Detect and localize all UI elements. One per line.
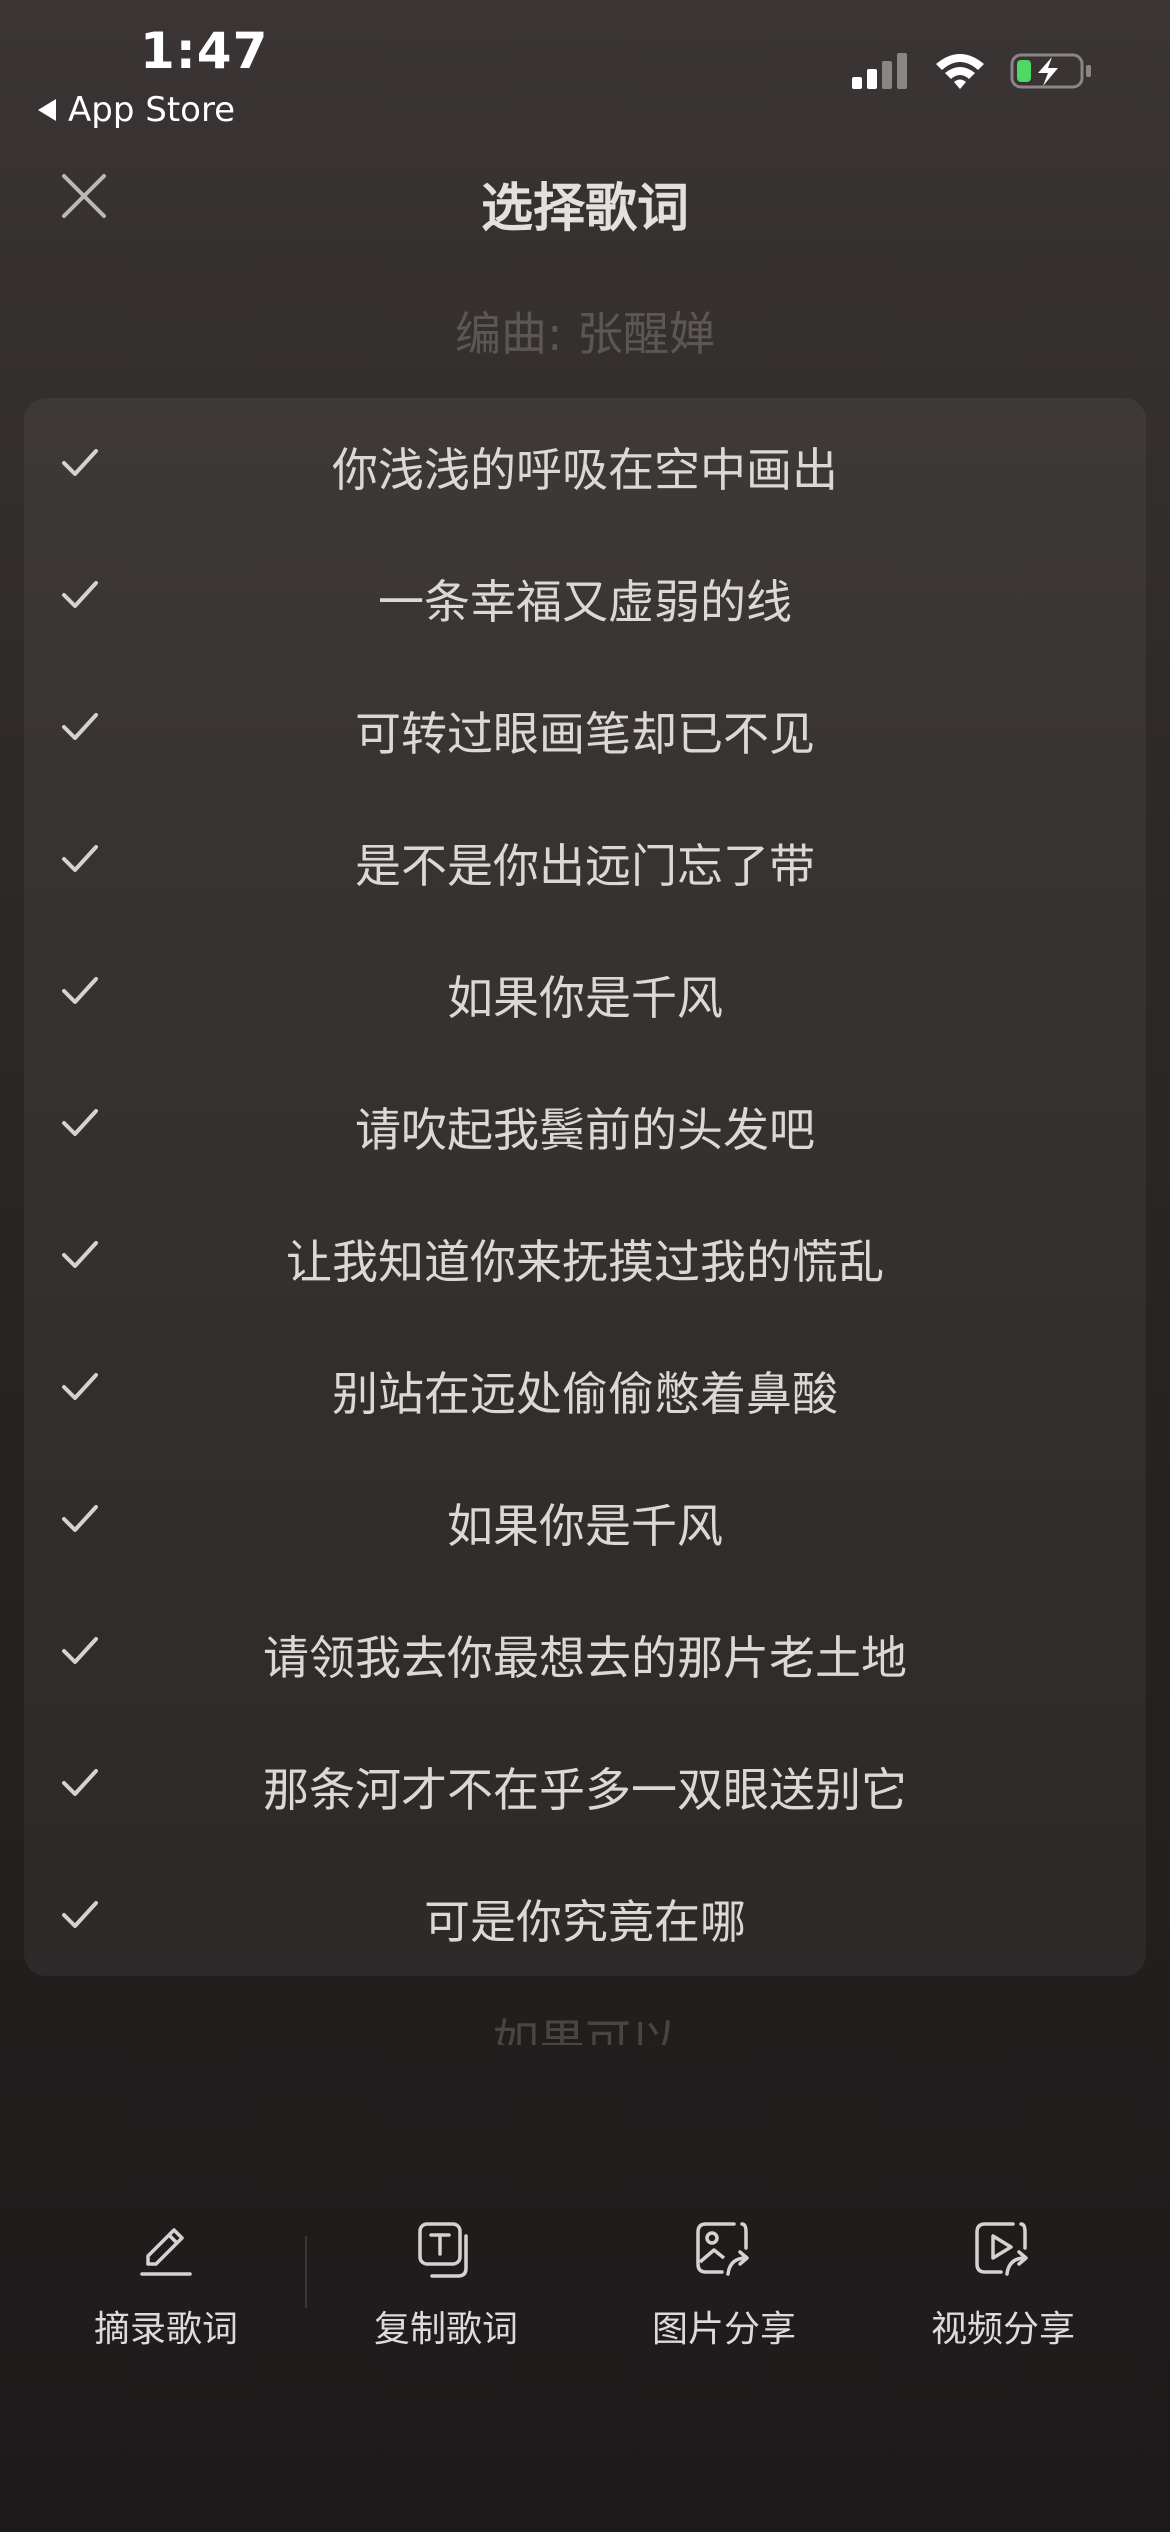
- lyric-text: 可转过眼画笔却已不见: [355, 707, 815, 761]
- header: 选择歌词: [0, 150, 1170, 250]
- lyric-text: 如果你是千风: [447, 971, 723, 1025]
- cellular-signal-icon: [852, 53, 907, 89]
- lyric-text: 让我知道你来抚摸过我的慌乱: [286, 1235, 884, 1289]
- lyric-row[interactable]: 一条幸福又虚弱的线: [24, 530, 1146, 662]
- back-to-app-store[interactable]: App Store: [38, 90, 235, 130]
- lyric-text: 你浅浅的呼吸在空中画出: [332, 443, 838, 497]
- lyric-text: 可是你究竟在哪: [424, 1895, 746, 1949]
- lyric-row[interactable]: 别站在远处偷偷憋着鼻酸: [24, 1322, 1146, 1454]
- lyric-text: 请吹起我鬓前的头发吧: [355, 1103, 815, 1157]
- image-share-label: 图片分享: [651, 2309, 796, 2350]
- lyric-text: 那条河才不在乎多一双眼送别它: [263, 1763, 907, 1817]
- status-indicators: [852, 52, 1092, 90]
- lyric-text: 是不是你出远门忘了带: [355, 839, 815, 893]
- lyric-row[interactable]: 你浅浅的呼吸在空中画出: [24, 398, 1146, 530]
- lyric-row[interactable]: 请吹起我鬓前的头发吧: [24, 1058, 1146, 1190]
- lyric-row[interactable]: 是不是你出远门忘了带: [24, 794, 1146, 926]
- status-time: 1:47: [140, 22, 269, 80]
- battery-charging-icon: [1010, 53, 1091, 89]
- video-share-icon: [975, 2222, 1028, 2276]
- lyric-text: 如果你是千风: [447, 1499, 723, 1553]
- lyric-row[interactable]: 可转过眼画笔却已不见: [24, 662, 1146, 794]
- back-arrow-icon: [38, 99, 56, 121]
- image-share-button[interactable]: 图片分享: [614, 2218, 834, 2352]
- pencil-icon: [140, 2228, 192, 2276]
- lyric-text: 一条幸福又虚弱的线: [378, 575, 792, 629]
- toolbar-divider: [305, 2236, 307, 2308]
- faded-lyric-below: 如果可以: [493, 2014, 677, 2045]
- copy-lyrics-label: 复制歌词: [373, 2309, 518, 2350]
- lyric-text: 请领我去你最想去的那片老土地: [263, 1631, 907, 1685]
- page-title: 选择歌词: [480, 179, 689, 239]
- back-app-label: App Store: [68, 90, 236, 130]
- lyric-row[interactable]: 那条河才不在乎多一双眼送别它: [24, 1718, 1146, 1850]
- lyric-row[interactable]: 让我知道你来抚摸过我的慌乱: [24, 1190, 1146, 1322]
- excerpt-lyrics-button[interactable]: 摘录歌词: [56, 2218, 276, 2352]
- status-bar: 1:47 App Store: [0, 0, 1170, 140]
- lyrics-selection-list: 你浅浅的呼吸在空中画出 一条幸福又虚弱的线 可转过眼画笔却已不见 是不是你出远门…: [24, 398, 1146, 1976]
- bottom-toolbar: 摘录歌词 复制歌词 图片分享 视频分享: [0, 2190, 1170, 2350]
- lyric-row[interactable]: 如果你是千风: [24, 1454, 1146, 1586]
- video-share-button[interactable]: 视频分享: [893, 2218, 1113, 2352]
- copy-text-icon: [418, 2222, 468, 2278]
- wifi-icon: [936, 54, 984, 89]
- faded-lyric-above: 编曲: 张醒婵: [454, 307, 716, 361]
- lyric-text: 别站在远处偷偷憋着鼻酸: [332, 1367, 838, 1421]
- video-share-label: 视频分享: [930, 2309, 1075, 2350]
- image-share-icon: [696, 2222, 749, 2276]
- copy-lyrics-button[interactable]: 复制歌词: [336, 2218, 556, 2352]
- excerpt-lyrics-label: 摘录歌词: [93, 2309, 238, 2350]
- lyric-row[interactable]: 请领我去你最想去的那片老土地: [24, 1586, 1146, 1718]
- lyric-row[interactable]: 如果你是千风: [24, 926, 1146, 1058]
- lyric-row[interactable]: 可是你究竟在哪: [24, 1850, 1146, 1982]
